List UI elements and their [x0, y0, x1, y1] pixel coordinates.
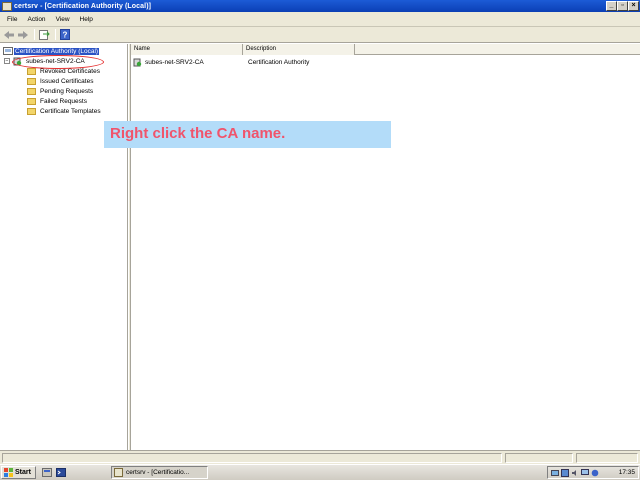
monitor-icon[interactable] — [581, 468, 589, 477]
minimize-button[interactable]: _ — [606, 1, 617, 11]
list-item[interactable]: subes-net-SRV2-CA Certification Authorit… — [131, 57, 309, 67]
toolbar-separator — [34, 29, 35, 40]
tree-item-pending-requests[interactable]: Pending Requests — [27, 86, 94, 96]
column-header-description[interactable]: Description — [243, 44, 355, 55]
menu-bar: File Action View Help — [0, 12, 640, 27]
certsrv-app-icon[interactable] — [2, 1, 12, 11]
console-tree: Certification Authority (Local) − subes-… — [0, 44, 128, 450]
clock[interactable]: 17:35 — [619, 469, 638, 476]
status-bar — [0, 450, 640, 464]
folder-icon — [27, 107, 36, 115]
tree-item-issued-certificates[interactable]: Issued Certificates — [27, 76, 94, 86]
powershell-icon[interactable] — [55, 468, 66, 477]
quick-launch — [41, 468, 70, 477]
ca-server-icon — [133, 58, 142, 66]
status-cell — [576, 453, 638, 463]
svg-text:?: ? — [63, 31, 68, 40]
tree-folder-label: Certificate Templates — [40, 107, 101, 115]
list-header: Name Description — [131, 44, 640, 55]
tree-folder-label: Issued Certificates — [40, 77, 94, 85]
toolbar-separator — [55, 29, 56, 40]
security-icon[interactable] — [561, 468, 569, 477]
forward-icon[interactable] — [17, 29, 29, 41]
folder-icon — [27, 67, 36, 75]
list-item-description: Certification Authority — [248, 58, 310, 66]
windows-logo-icon — [4, 468, 13, 477]
column-header-name[interactable]: Name — [131, 44, 243, 55]
taskbar-item-label: certsrv - [Certificatio... — [126, 469, 190, 476]
menu-action[interactable]: Action — [22, 16, 50, 23]
folder-icon — [27, 87, 36, 95]
window-title: certsrv - [Certification Authority (Loca… — [14, 2, 152, 10]
tree-item-failed-requests[interactable]: Failed Requests — [27, 96, 88, 106]
status-cell — [505, 453, 573, 463]
export-list-icon[interactable] — [38, 29, 50, 41]
help-icon[interactable]: ? — [59, 29, 71, 41]
start-button[interactable]: Start — [1, 466, 36, 479]
certsrv-task-icon — [114, 468, 123, 477]
details-pane: Name Description subes-net-SRV2-CA Certi… — [131, 44, 640, 450]
network-icon[interactable] — [551, 469, 559, 477]
maximize-button[interactable]: ▫ — [617, 1, 628, 11]
update-icon[interactable] — [591, 469, 599, 477]
status-cell-main — [2, 453, 502, 463]
back-icon[interactable] — [3, 29, 15, 41]
taskbar: Start certsrv - [Certificatio... 17:35 — [0, 464, 640, 480]
close-button[interactable]: × — [628, 1, 639, 11]
certificate-authority-icon — [3, 46, 13, 55]
tree-folder-label: Failed Requests — [40, 97, 87, 105]
title-bar: certsrv - [Certification Authority (Loca… — [0, 0, 640, 12]
toolbar: ? — [0, 27, 640, 43]
highlight-ellipse — [12, 55, 104, 69]
tree-item-certificate-templates[interactable]: Certificate Templates — [27, 106, 102, 116]
instruction-callout: Right click the CA name. — [104, 121, 391, 148]
column-header-filler — [355, 44, 640, 54]
menu-file[interactable]: File — [2, 16, 22, 23]
menu-view[interactable]: View — [51, 16, 75, 23]
menu-help[interactable]: Help — [75, 16, 98, 23]
list-item-name: subes-net-SRV2-CA — [145, 58, 204, 66]
tree-root-label: Certification Authority (Local) — [14, 47, 100, 55]
start-label: Start — [15, 469, 31, 476]
folder-icon — [27, 77, 36, 85]
collapse-icon[interactable]: − — [4, 58, 10, 64]
server-manager-icon[interactable] — [41, 468, 52, 477]
tree-folder-label: Pending Requests — [40, 87, 94, 95]
volume-icon[interactable] — [571, 469, 579, 477]
taskbar-item-certsrv[interactable]: certsrv - [Certificatio... — [111, 466, 208, 479]
system-tray: 17:35 — [547, 466, 639, 479]
folder-icon — [27, 97, 36, 105]
